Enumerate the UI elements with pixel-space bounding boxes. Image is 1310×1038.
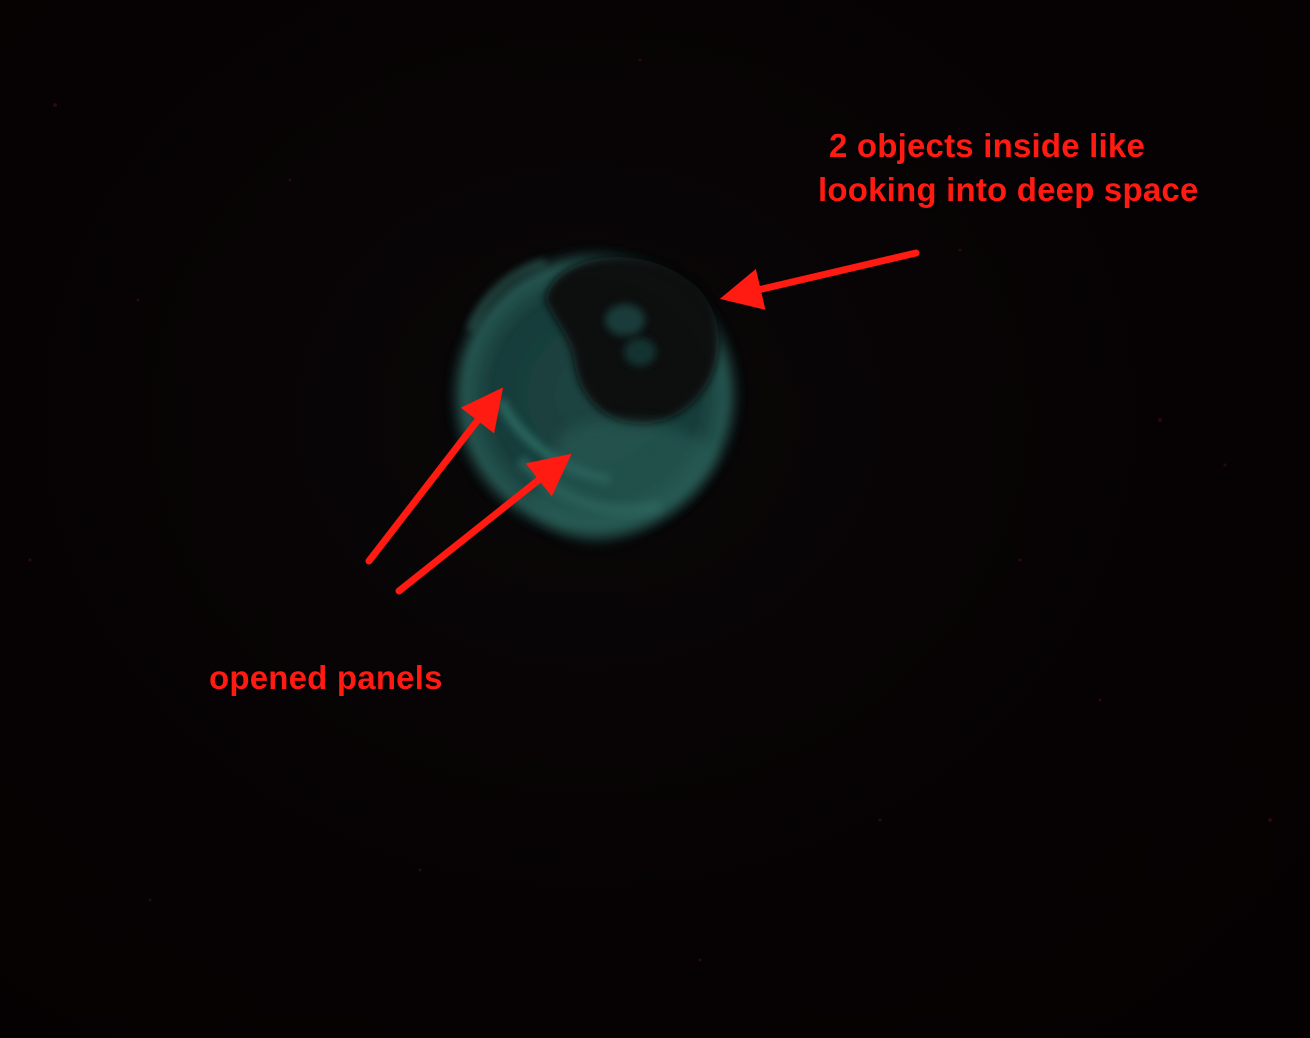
orb-object — [410, 210, 780, 580]
arrow-to-inner-objects — [719, 249, 920, 310]
annotation-objects-inside-line2: looking into deep space — [818, 171, 1199, 208]
annotation-objects-inside-line1: 2 objects inside like — [829, 127, 1145, 164]
night-sky-photo: 2 objects inside like looking into deep … — [0, 0, 1310, 1038]
annotation-opened-panels: opened panels — [209, 659, 443, 696]
